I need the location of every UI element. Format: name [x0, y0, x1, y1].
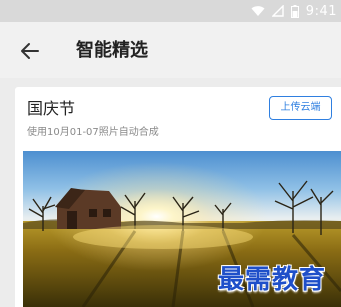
album-title: 国庆节: [27, 99, 76, 118]
status-time: 9:41: [305, 3, 337, 19]
signal-icon: [271, 5, 284, 17]
back-button[interactable]: [18, 39, 42, 63]
app-bar: 智能精选: [0, 22, 341, 78]
wifi-icon: [251, 6, 265, 16]
arrow-left-icon: [21, 43, 39, 59]
upload-cloud-button[interactable]: 上传云端: [269, 96, 332, 120]
status-icons: 9:41: [251, 0, 341, 22]
album-subtitle: 使用10月01-07照片自动合成: [27, 127, 159, 138]
status-bar: 9:41: [0, 0, 341, 22]
battery-icon: [290, 4, 299, 18]
page-title: 智能精选: [76, 40, 148, 61]
watermark-text: 最需教育: [218, 265, 327, 295]
